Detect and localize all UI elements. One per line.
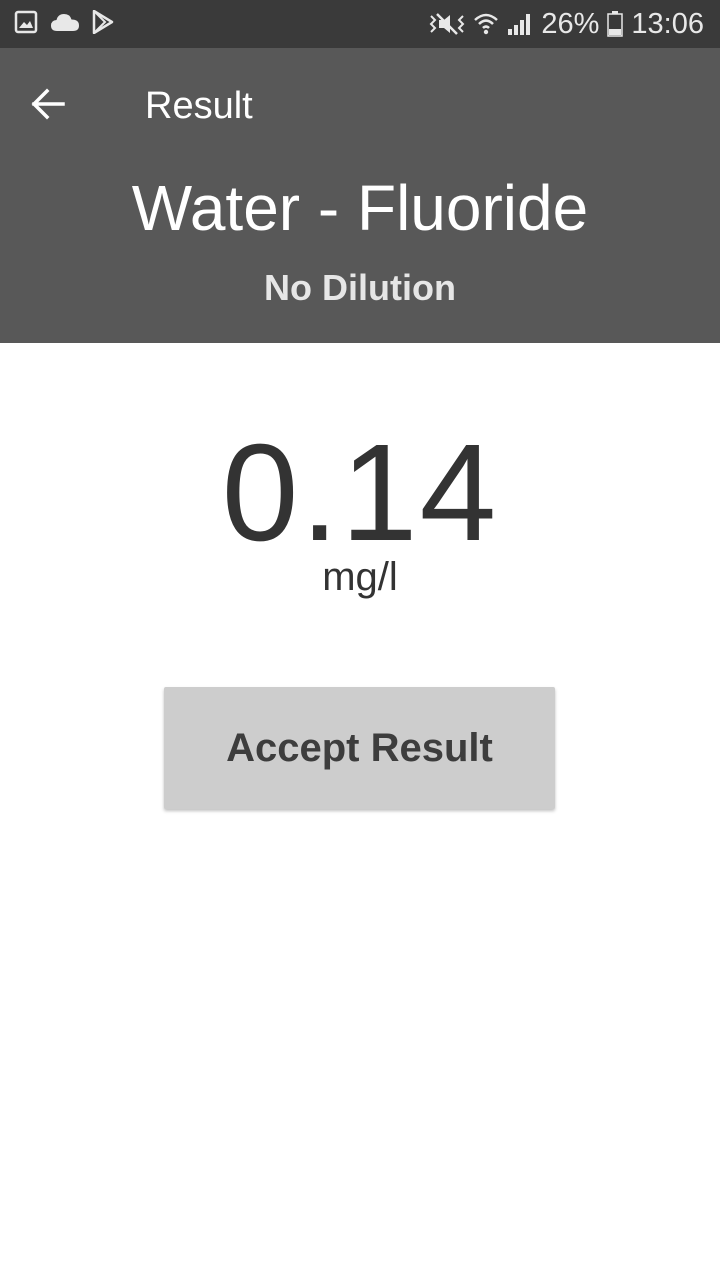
toolbar-title: Result: [145, 85, 253, 127]
test-name: Water - Fluoride: [131, 172, 589, 244]
notification-icons: [14, 10, 114, 34]
accept-result-button[interactable]: Accept Result: [164, 687, 555, 809]
arrow-left-icon: [30, 86, 66, 127]
wifi-icon: [473, 11, 499, 37]
battery-icon: [607, 11, 624, 37]
play-store-icon: [92, 10, 114, 34]
cloud-icon: [50, 11, 80, 33]
clock: 13:06: [631, 8, 704, 40]
gallery-icon: [14, 10, 38, 34]
mute-icon: [429, 11, 465, 37]
status-bar: 26% 13:06: [0, 0, 720, 48]
app-bar: Result Water - Fluoride No Dilution: [0, 48, 720, 343]
battery-percent: 26%: [541, 8, 600, 40]
result-value: 0.14: [221, 416, 499, 570]
system-icons: 26% 13:06: [429, 8, 704, 40]
back-button[interactable]: [20, 78, 76, 134]
result-unit: mg/l: [322, 555, 398, 599]
signal-icon: [507, 12, 533, 36]
dilution-label: No Dilution: [264, 267, 456, 308]
